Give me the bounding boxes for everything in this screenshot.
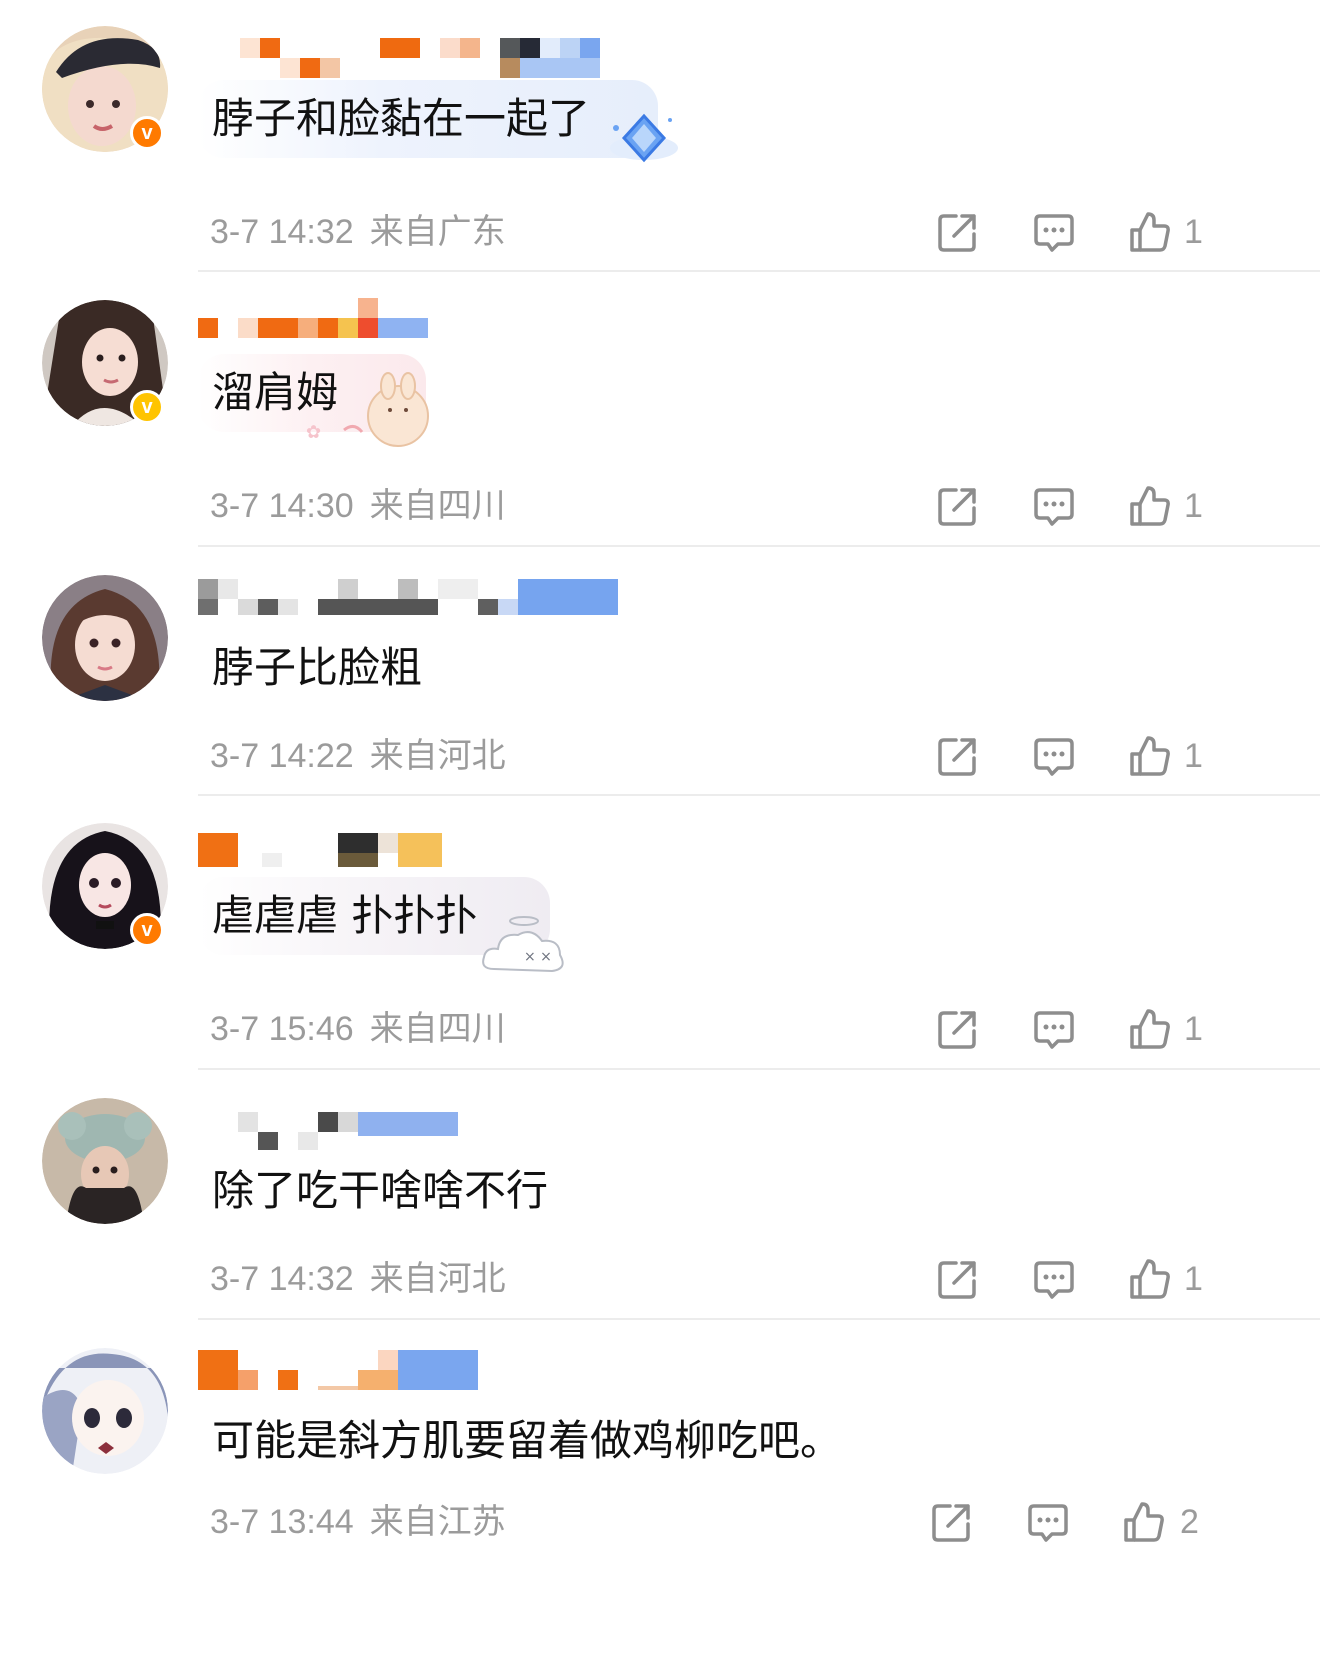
username-redacted[interactable] xyxy=(198,1350,690,1394)
reply-icon[interactable] xyxy=(1032,1007,1076,1051)
share-icon[interactable] xyxy=(936,734,980,778)
comment-timestamp: 3-7 14:32 xyxy=(210,213,354,251)
avatar-anime-icon xyxy=(42,1348,168,1474)
divider xyxy=(198,794,1320,796)
divider xyxy=(198,1068,1320,1070)
verified-badge-icon: v xyxy=(130,116,164,150)
comment-timestamp: 3-7 13:44 xyxy=(210,1503,354,1541)
divider xyxy=(198,545,1320,547)
divider xyxy=(198,270,1320,272)
comment-meta: 3-7 14:32 来自河北 xyxy=(210,1257,506,1301)
username-redacted[interactable] xyxy=(210,1102,690,1150)
comment-meta: 3-7 14:30 来自四川 xyxy=(210,484,506,528)
like-icon[interactable] xyxy=(1128,210,1172,254)
user-avatar[interactable]: v xyxy=(42,823,168,949)
like-count: 1 xyxy=(1184,487,1203,525)
verified-badge-icon: v xyxy=(130,913,164,947)
diamond-icon xyxy=(610,113,678,163)
comment-location: 来自四川 xyxy=(369,486,506,526)
username-redacted[interactable] xyxy=(210,30,690,78)
comment-item: 除了吃干啥啥不行 3-7 14:32 来自河北 1 xyxy=(0,1072,1320,1322)
verified-badge-icon: v xyxy=(130,390,164,424)
comment-location: 来自江苏 xyxy=(369,1502,506,1542)
comment-meta: 3-7 14:32 来自广东 xyxy=(210,210,506,254)
comment-text[interactable]: 虐虐虐 扑扑扑 xyxy=(212,877,477,955)
like-icon[interactable] xyxy=(1128,484,1172,528)
user-avatar[interactable]: v xyxy=(42,26,168,152)
like-icon[interactable] xyxy=(1122,1500,1166,1544)
comment-timestamp: 3-7 14:22 xyxy=(210,737,354,775)
comment-item: v 虐虐虐 扑扑扑 × × 3-7 15:46 来自四川 1 xyxy=(0,797,1320,1072)
comment-meta: 3-7 14:22 来自河北 xyxy=(210,734,506,778)
cloud-ghost-icon: × × xyxy=(482,916,564,973)
comment-meta: 3-7 15:46 来自四川 xyxy=(210,1007,506,1051)
comment-text[interactable]: 除了吃干啥啥不行 xyxy=(212,1152,548,1230)
comment-location: 来自河北 xyxy=(369,1259,506,1299)
share-icon[interactable] xyxy=(936,1007,980,1051)
reply-icon[interactable] xyxy=(1032,1257,1076,1301)
share-icon[interactable] xyxy=(930,1500,974,1544)
comment-item: 可能是斜方肌要留着做鸡柳吃吧。 3-7 13:44 来自江苏 2 xyxy=(0,1322,1320,1667)
divider xyxy=(198,1318,1320,1320)
comment-timestamp: 3-7 15:46 xyxy=(210,1010,354,1048)
comment-timestamp: 3-7 14:32 xyxy=(210,1260,354,1298)
comment-location: 来自四川 xyxy=(369,1009,506,1049)
comment-location: 来自河北 xyxy=(369,736,506,776)
bunny-icon: ✿ xyxy=(306,372,429,447)
username-redacted[interactable] xyxy=(198,296,690,340)
reply-icon[interactable] xyxy=(1032,734,1076,778)
avatar-girl-bangs-icon xyxy=(42,575,168,701)
reply-icon[interactable] xyxy=(1032,484,1076,528)
svg-text:× ×: × × xyxy=(524,949,552,965)
comment-text[interactable]: 脖子和脸黏在一起了 xyxy=(212,80,590,158)
user-avatar[interactable] xyxy=(42,1098,168,1224)
like-icon[interactable] xyxy=(1128,734,1172,778)
comment-item: v 溜肩姆 ✿ 3-7 14:30 来自四川 1 xyxy=(0,274,1320,549)
reply-icon[interactable] xyxy=(1026,1500,1070,1544)
share-icon[interactable] xyxy=(936,484,980,528)
username-redacted[interactable] xyxy=(198,579,690,623)
comment-item: 脖子比脸粗 3-7 14:22 来自河北 1 xyxy=(0,549,1320,797)
comment-timestamp: 3-7 14:30 xyxy=(210,487,354,525)
username-redacted[interactable] xyxy=(198,827,690,871)
comment-text[interactable]: 可能是斜方肌要留着做鸡柳吃吧。 xyxy=(212,1402,842,1480)
comment-item: v 脖子和脸黏在一起了 3-7 14:32 来自广东 1 xyxy=(0,0,1320,290)
like-count: 1 xyxy=(1184,737,1203,775)
like-icon[interactable] xyxy=(1128,1007,1172,1051)
like-count: 1 xyxy=(1184,1260,1203,1298)
comment-meta: 3-7 13:44 来自江苏 xyxy=(210,1500,506,1544)
avatar-mouse-hat-icon xyxy=(42,1098,168,1224)
comment-location: 来自广东 xyxy=(369,212,506,252)
reply-icon[interactable] xyxy=(1032,210,1076,254)
user-avatar[interactable] xyxy=(42,575,168,701)
svg-text:✿: ✿ xyxy=(306,422,321,443)
like-count: 2 xyxy=(1180,1503,1199,1541)
user-avatar[interactable]: v xyxy=(42,300,168,426)
share-icon[interactable] xyxy=(936,210,980,254)
comment-text[interactable]: 脖子比脸粗 xyxy=(212,629,422,707)
like-count: 1 xyxy=(1184,1010,1203,1048)
like-icon[interactable] xyxy=(1128,1257,1172,1301)
share-icon[interactable] xyxy=(936,1257,980,1301)
user-avatar[interactable] xyxy=(42,1348,168,1474)
like-count: 1 xyxy=(1184,213,1203,251)
